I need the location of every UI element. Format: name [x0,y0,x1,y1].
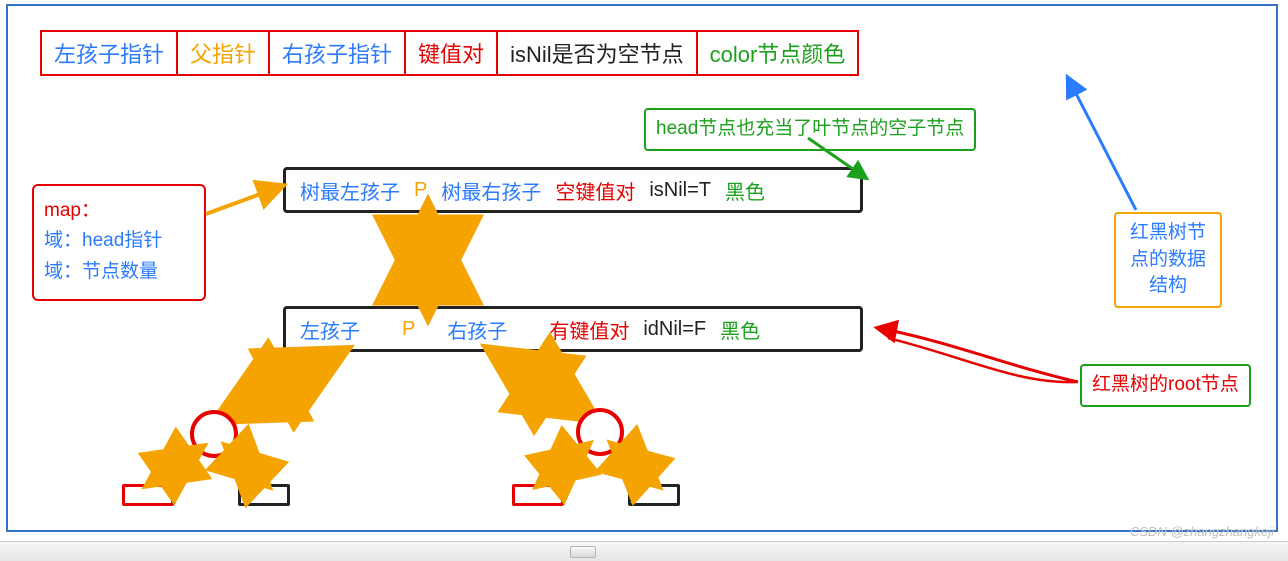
arrow-subtree-branch [542,448,584,482]
arrow-root-to-left-subtree [224,354,338,416]
horizontal-scrollbar[interactable] [0,541,1288,561]
subtree-leaf [512,484,564,506]
subtree-leaf [122,484,174,506]
map-field-head: 域：head指针 [44,226,194,256]
node-struct-legend: 左孩子指针父指针右孩子指针键值对isNil是否为空节点color节点颜色 [40,30,859,76]
legend-cell-2: 右孩子指针 [270,30,406,76]
viewport: 左孩子指针父指针右孩子指针键值对isNil是否为空节点color节点颜色 map… [0,0,1288,561]
root-annotation-text: 红黑树的root节点 [1092,374,1239,395]
legend-cell-5: color节点颜色 [698,30,860,76]
head-right-child: 树最右孩子 [441,176,541,205]
map-description-box: map： 域：head指针 域：节点数量 [32,184,206,301]
root-parent: P [402,318,415,341]
legend-cell-3: 键值对 [406,30,498,76]
subtree-leaf [628,484,680,506]
head-left-child: 树最左孩子 [300,176,400,205]
root-keyvalue: 有键值对 [549,315,629,344]
arrow-root-to-right-subtree [496,354,588,414]
arrow-root-annotation-stroke2 [888,338,1076,382]
arrow-map-to-head [206,186,282,214]
arrow-subtree-branch [152,450,198,482]
root-left-child: 左孩子 [300,315,360,344]
root-color: 黑色 [720,315,760,344]
legend-cell-4: isNil是否为空节点 [498,30,698,76]
arrow-subtree-branch [616,448,654,482]
legend-cell-0: 左孩子指针 [40,30,178,76]
map-field-count: 域：节点数量 [44,257,194,287]
subtree-circle [578,410,622,454]
arrow-subtree-branch [230,450,264,482]
root-right-child: 右孩子 [447,315,507,344]
head-node-box: 树最左孩子 P 树最右孩子 空键值对 isNil=T 黑色 [283,167,863,213]
subtree-circle [192,412,236,456]
root-annotation-box: 红黑树的root节点 [1080,364,1251,407]
head-annotation-text: head节点也充当了叶节点的空子节点 [656,118,964,139]
watermark-text: CSDN @zhangzhangkeji [1130,524,1274,539]
struct-annotation-text: 红黑树节点的数据结构 [1130,222,1206,296]
arrow-root-annotation [878,328,1078,382]
legend-cell-1: 父指针 [178,30,270,76]
struct-annotation-box: 红黑树节点的数据结构 [1114,212,1222,308]
head-annotation-box: head节点也充当了叶节点的空子节点 [644,108,976,151]
arrow-struct-annotation [1068,78,1136,210]
scrollbar-thumb[interactable] [570,546,596,558]
subtree-leaf [238,484,290,506]
diagram-canvas: 左孩子指针父指针右孩子指针键值对isNil是否为空节点color节点颜色 map… [6,4,1278,532]
head-parent: P [414,179,427,202]
head-isnil: isNil=T [649,179,711,202]
map-title: map： [44,196,194,226]
head-color: 黑色 [725,176,765,205]
head-keyvalue: 空键值对 [555,176,635,205]
root-node-box: 左孩子 P 右孩子 有键值对 idNil=F 黑色 [283,306,863,352]
root-isnil: idNil=F [643,318,706,341]
